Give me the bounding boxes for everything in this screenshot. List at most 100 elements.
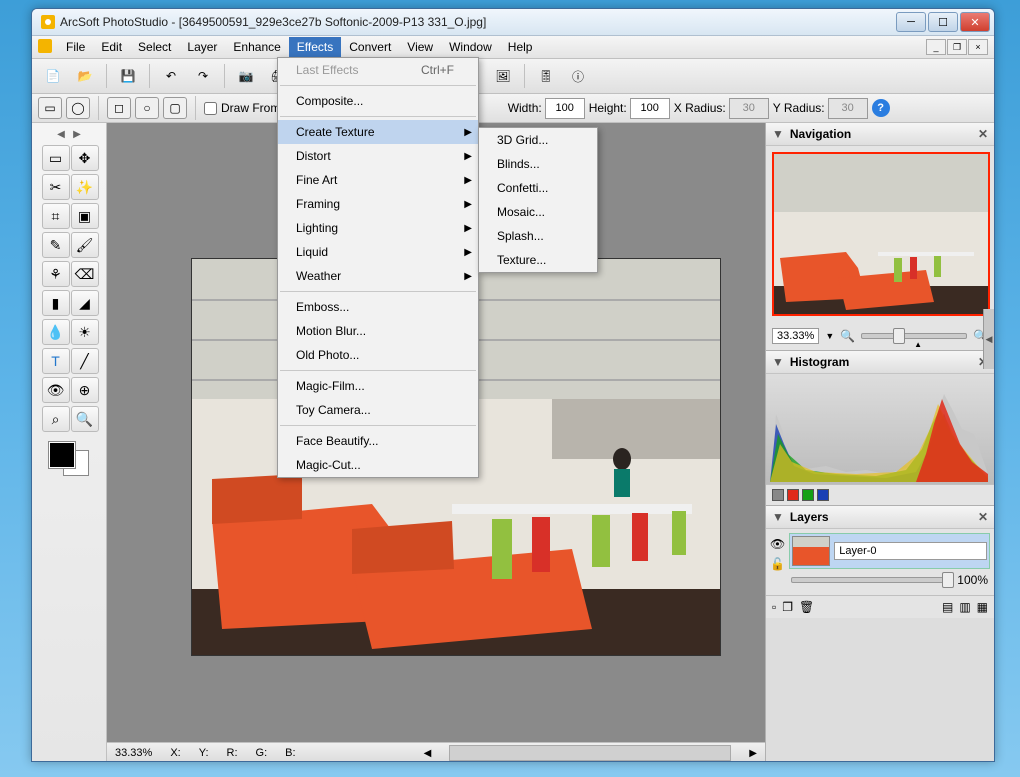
menu-convert[interactable]: Convert — [341, 37, 399, 57]
info-icon[interactable]: ⓘ — [563, 61, 593, 91]
toolbox-left-icon[interactable]: ◀ — [56, 129, 66, 139]
hist-red-icon[interactable] — [787, 489, 799, 501]
delete-layer-icon[interactable]: 🗑 — [799, 600, 814, 614]
minimize-button[interactable]: ─ — [896, 12, 926, 32]
close-panel-icon[interactable]: ✕ — [978, 127, 988, 141]
mi-old-photo[interactable]: Old Photo... — [278, 343, 478, 367]
panel-collapse-handle[interactable]: ◀ — [983, 309, 994, 369]
eraser-tool-icon[interactable]: ⌫ — [71, 261, 99, 287]
mi-fine-art[interactable]: Fine Art▶ — [278, 168, 478, 192]
mi-face-beautify[interactable]: Face Beautify... — [278, 429, 478, 453]
collapse-icon[interactable]: ▼ — [772, 127, 784, 141]
mi-magic-film[interactable]: Magic-Film... — [278, 374, 478, 398]
navigation-thumbnail[interactable] — [772, 152, 990, 316]
mi-distort[interactable]: Distort▶ — [278, 144, 478, 168]
brush-tool-icon[interactable]: 🖌 — [71, 232, 99, 258]
move-tool-icon[interactable]: ✥ — [71, 145, 99, 171]
wand-tool-icon[interactable]: ✨ — [71, 174, 99, 200]
mi-lighting[interactable]: Lighting▶ — [278, 216, 478, 240]
width-input[interactable] — [545, 98, 585, 119]
mi-create-texture[interactable]: Create Texture▶ — [278, 120, 478, 144]
zoom-tool-icon[interactable]: 🔍 — [71, 406, 99, 432]
stamp-tool-icon[interactable]: ⚘ — [42, 261, 70, 287]
new-file-icon[interactable]: 📄 — [38, 61, 68, 91]
color-swatch[interactable] — [49, 442, 89, 476]
menu-layer[interactable]: Layer — [179, 37, 225, 57]
bucket-tool-icon[interactable]: ▮ — [42, 290, 70, 316]
mi-last-effects[interactable]: Last EffectsCtrl+F — [278, 58, 478, 82]
shape-roundrect-icon[interactable]: ▢ — [163, 97, 187, 119]
shape-square-icon[interactable]: ◻ — [107, 97, 131, 119]
close-panel-icon[interactable]: ✕ — [978, 510, 988, 524]
slider-icon[interactable]: 🎚 — [531, 61, 561, 91]
menu-select[interactable]: Select — [130, 37, 179, 57]
layer-opacity-slider[interactable] — [791, 577, 953, 583]
mi-composite[interactable]: Composite... — [278, 89, 478, 113]
layer-lock-icon[interactable]: 🔓 — [770, 557, 785, 571]
open-file-icon[interactable]: 📂 — [70, 61, 100, 91]
layer-name-input[interactable] — [834, 542, 987, 560]
shape-circle-icon[interactable]: ○ — [135, 97, 159, 119]
mi-emboss[interactable]: Emboss... — [278, 295, 478, 319]
mi-splash[interactable]: Splash... — [479, 224, 661, 248]
toolbox-right-icon[interactable]: ▶ — [72, 129, 82, 139]
layer-visibility-icon[interactable]: 👁 — [770, 537, 785, 551]
heal-tool-icon[interactable]: ⊕ — [71, 377, 99, 403]
zoom-out-icon[interactable]: 🔍 — [840, 329, 855, 343]
mi-3d-grid[interactable]: 3D Grid... — [479, 128, 661, 152]
hist-green-icon[interactable] — [802, 489, 814, 501]
mi-magic-cut[interactable]: Magic-Cut... — [278, 453, 478, 477]
menu-view[interactable]: View — [399, 37, 441, 57]
duplicate-layer-icon[interactable]: ❐ — [782, 600, 793, 614]
capture-icon[interactable]: 📷 — [231, 61, 261, 91]
close-button[interactable]: ✕ — [960, 12, 990, 32]
undo-icon[interactable]: ↶ — [156, 61, 186, 91]
layer-menu2-icon[interactable]: ▥ — [959, 600, 970, 614]
yradius-input[interactable] — [828, 98, 868, 119]
mi-confetti[interactable]: Confetti... — [479, 176, 661, 200]
mdi-close[interactable]: × — [968, 39, 988, 55]
mi-texture[interactable]: Texture... — [479, 248, 661, 272]
line-tool-icon[interactable]: ╱ — [71, 348, 99, 374]
mi-weather[interactable]: Weather▶ — [278, 264, 478, 288]
browse-icon[interactable]: 🖼 — [488, 61, 518, 91]
marquee-tool-icon[interactable]: ▭ — [42, 145, 70, 171]
dodge-tool-icon[interactable]: ☀ — [71, 319, 99, 345]
mdi-restore[interactable]: ❐ — [947, 39, 967, 55]
transform-tool-icon[interactable]: ▣ — [71, 203, 99, 229]
nav-zoom-slider[interactable]: ▲ — [861, 333, 967, 339]
mi-framing[interactable]: Framing▶ — [278, 192, 478, 216]
menu-help[interactable]: Help — [500, 37, 541, 57]
collapse-icon[interactable]: ▼ — [772, 510, 784, 524]
pen-tool-icon[interactable]: ✎ — [42, 232, 70, 258]
menu-effects[interactable]: Effects — [289, 37, 341, 57]
menu-enhance[interactable]: Enhance — [225, 37, 288, 57]
menu-edit[interactable]: Edit — [93, 37, 130, 57]
shape-rect-icon[interactable]: ▭ — [38, 97, 62, 119]
lasso-tool-icon[interactable]: ✂ — [42, 174, 70, 200]
crop-tool-icon[interactable]: ⌗ — [42, 203, 70, 229]
mi-toy-camera[interactable]: Toy Camera... — [278, 398, 478, 422]
new-layer-icon[interactable]: ▫ — [772, 600, 776, 614]
mi-motion-blur[interactable]: Motion Blur... — [278, 319, 478, 343]
blur-tool-icon[interactable]: 💧 — [42, 319, 70, 345]
layer-menu3-icon[interactable]: ▦ — [977, 600, 988, 614]
app-menu-icon[interactable] — [38, 39, 54, 55]
text-tool-icon[interactable]: T — [42, 348, 70, 374]
maximize-button[interactable]: ☐ — [928, 12, 958, 32]
height-input[interactable] — [630, 98, 670, 119]
mi-liquid[interactable]: Liquid▶ — [278, 240, 478, 264]
eyedropper-tool-icon[interactable]: ⌕ — [42, 406, 70, 432]
hist-blue-icon[interactable] — [817, 489, 829, 501]
layer-menu1-icon[interactable]: ▤ — [942, 600, 953, 614]
shape-ellipse-icon[interactable]: ◯ — [66, 97, 90, 119]
layer-row[interactable] — [789, 533, 990, 569]
redo-icon[interactable]: ↷ — [188, 61, 218, 91]
save-icon[interactable]: 💾 — [113, 61, 143, 91]
help-icon[interactable]: ? — [872, 99, 890, 117]
menu-window[interactable]: Window — [441, 37, 500, 57]
gradient-tool-icon[interactable]: ◢ — [71, 290, 99, 316]
nav-zoom-value[interactable]: 33.33% — [772, 328, 819, 344]
hist-gray-icon[interactable] — [772, 489, 784, 501]
mi-mosaic[interactable]: Mosaic... — [479, 200, 661, 224]
